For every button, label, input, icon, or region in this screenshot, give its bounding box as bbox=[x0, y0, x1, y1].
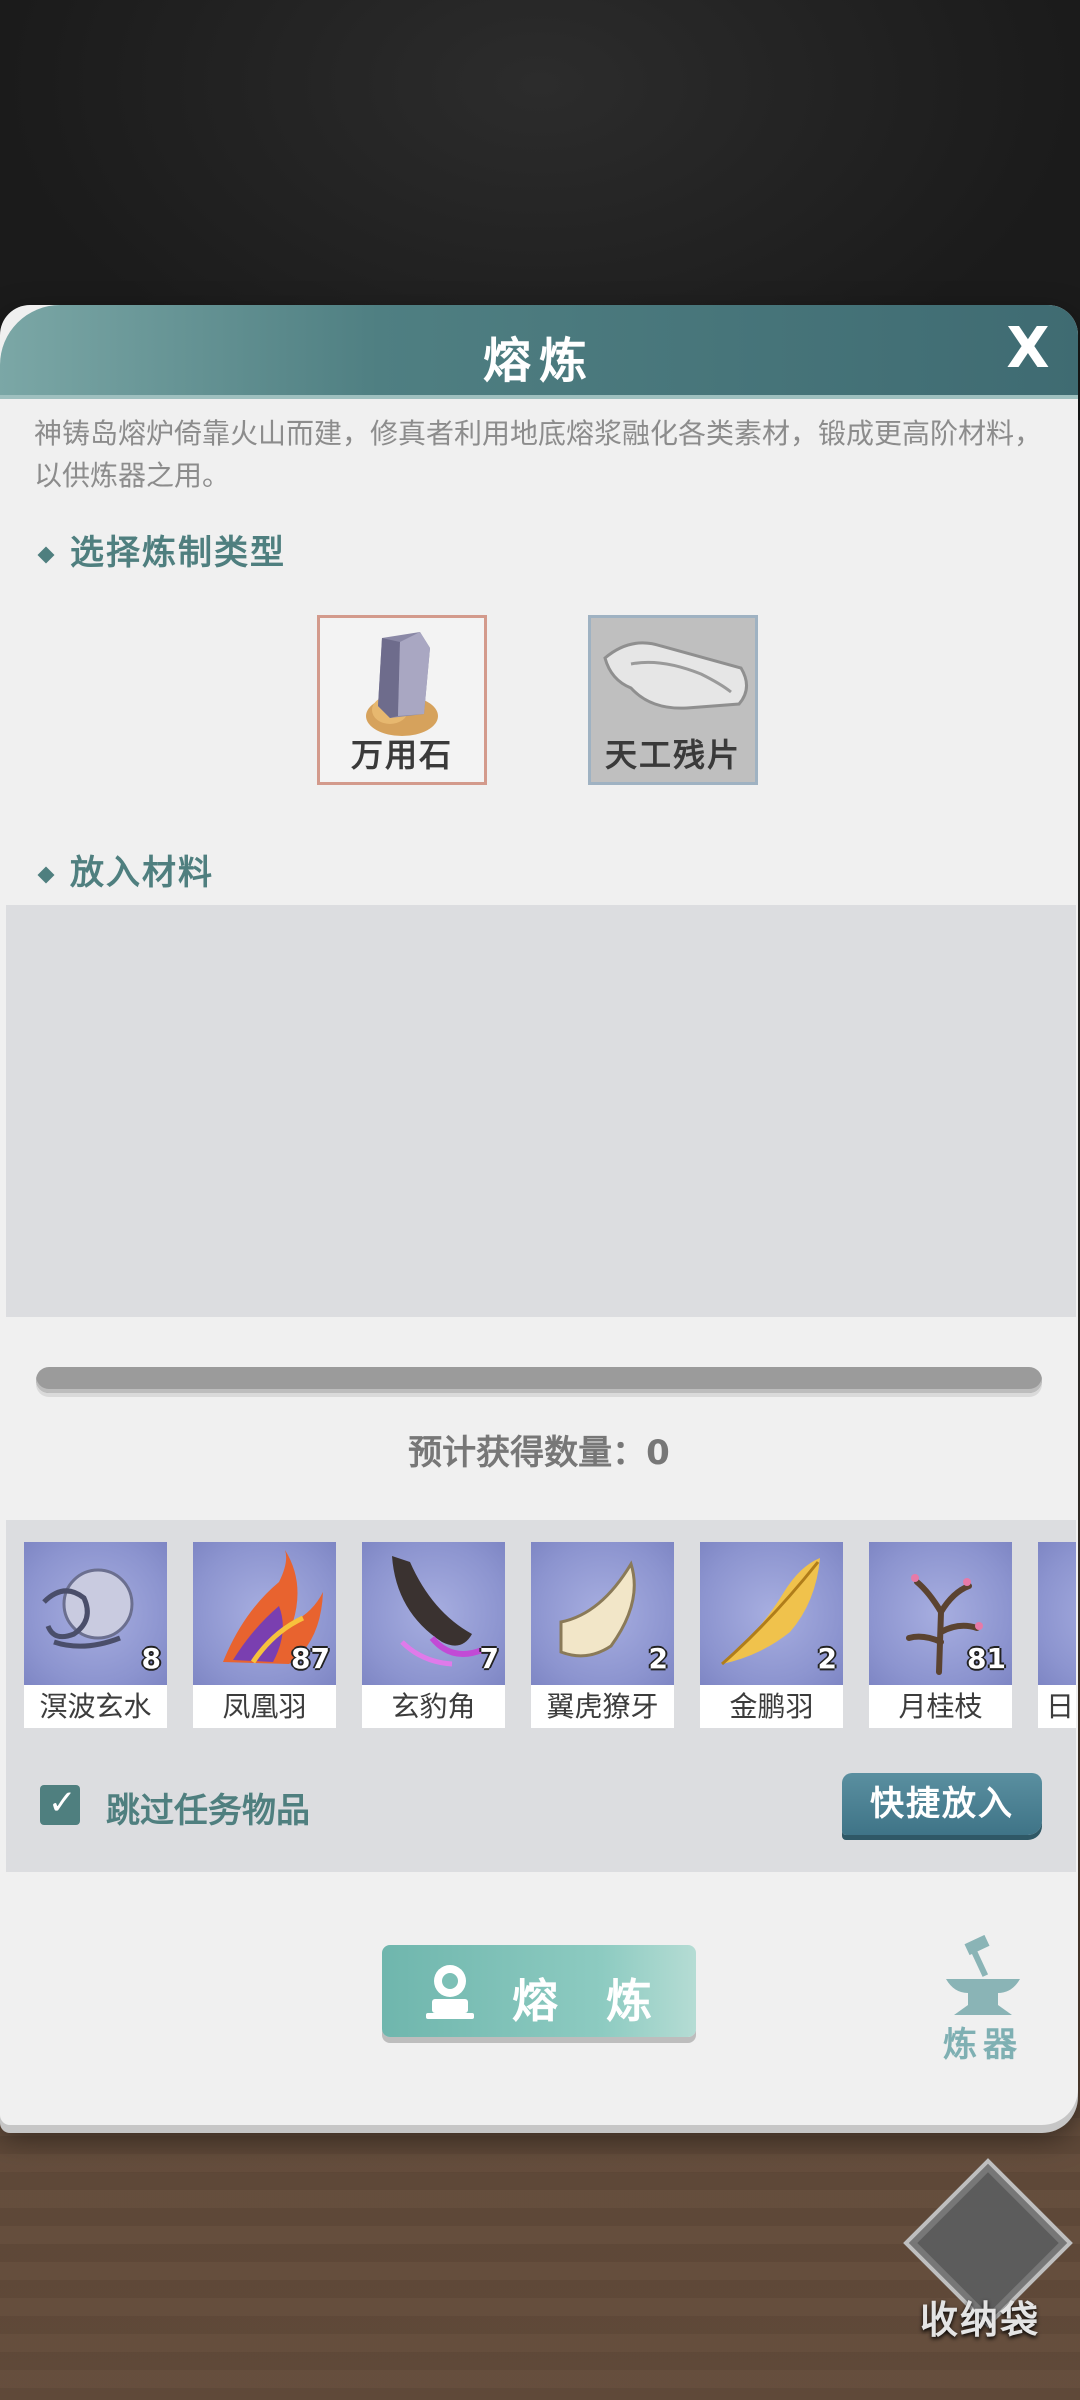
storage-bag-label: 收纳袋 bbox=[919, 2298, 1040, 2342]
crystal-stone-icon bbox=[366, 632, 438, 736]
type-option-label: 万用石 bbox=[350, 736, 453, 774]
inventory-strip[interactable]: 8 溟波玄水 87 凤凰羽 7 玄豹角 2 翼虎獠牙 2 金鹏羽 81 月桂枝 … bbox=[6, 1520, 1076, 1872]
title-bar: 熔炼 X bbox=[0, 305, 1078, 399]
storage-bag-button[interactable]: 收纳袋 bbox=[890, 2158, 1073, 2345]
section-heading-type: 选择炼制类型 bbox=[37, 525, 286, 574]
inventory-item[interactable]: 8 溟波玄水 bbox=[24, 1542, 167, 1728]
forge-link-label: 炼器 bbox=[943, 2025, 1023, 2065]
panel-title: 熔炼 bbox=[482, 333, 595, 389]
section-heading-type-label: 选择炼制类型 bbox=[70, 533, 286, 573]
item-name: 翼虎獠牙 bbox=[531, 1685, 674, 1728]
inventory-item[interactable]: 2 翼虎獠牙 bbox=[531, 1542, 674, 1728]
partial-item-icon bbox=[1038, 1542, 1076, 1685]
type-option-universal-stone[interactable]: 万用石 bbox=[317, 615, 487, 785]
smelt-button-label: 熔 炼 bbox=[512, 1974, 669, 2028]
section-heading-material: 放入材料 bbox=[37, 845, 214, 894]
fragment-icon bbox=[603, 641, 748, 710]
inventory-item[interactable]: 7 玄豹角 bbox=[362, 1542, 505, 1728]
material-drop-area[interactable] bbox=[6, 905, 1076, 1317]
anvil-hammer-icon bbox=[946, 1935, 1020, 2015]
furnace-icon bbox=[426, 1965, 474, 2019]
inventory-item[interactable]: 81 月桂枝 bbox=[869, 1542, 1012, 1728]
diamond-bullet-icon bbox=[37, 546, 55, 563]
smelt-button[interactable]: 熔 炼 bbox=[382, 1945, 696, 2037]
type-option-label: 天工残片 bbox=[604, 736, 741, 774]
expected-quantity: 预计获得数量：0 bbox=[408, 1433, 670, 1473]
item-count: 2 bbox=[648, 1642, 668, 1675]
item-name: 月桂枝 bbox=[869, 1685, 1012, 1728]
skip-quest-items-label: 跳过任务物品 bbox=[106, 1791, 310, 1831]
type-option-craft-fragment[interactable]: 天工残片 bbox=[588, 615, 758, 785]
item-name: 日 bbox=[1038, 1685, 1076, 1728]
item-count: 81 bbox=[967, 1642, 1006, 1675]
section-heading-material-label: 放入材料 bbox=[70, 853, 214, 893]
item-count: 7 bbox=[479, 1642, 499, 1675]
close-button[interactable]: X bbox=[998, 319, 1058, 379]
inventory-item[interactable]: 2 金鹏羽 bbox=[700, 1542, 843, 1728]
description-text: 神铸岛熔炉倚靠火山而建，修真者利用地底熔浆融化各类素材，锻成更高阶材料，以供炼器… bbox=[34, 417, 1043, 492]
skip-quest-items-checkbox[interactable]: ✓ bbox=[40, 1783, 80, 1825]
forge-link[interactable]: 炼器 bbox=[928, 1935, 1038, 2065]
diamond-bullet-icon bbox=[37, 866, 55, 883]
item-name: 金鹏羽 bbox=[700, 1685, 843, 1728]
item-count: 8 bbox=[141, 1642, 161, 1675]
item-count: 2 bbox=[817, 1642, 837, 1675]
item-name: 凤凰羽 bbox=[193, 1685, 336, 1728]
item-name: 玄豹角 bbox=[362, 1685, 505, 1728]
smelt-panel: 熔炼 X 神铸岛熔炉倚靠火山而建，修真者利用地底熔浆融化各类素材，锻成更高阶材料… bbox=[0, 305, 1078, 2125]
quick-insert-button[interactable]: 快捷放入 bbox=[842, 1773, 1042, 1835]
item-name: 溟波玄水 bbox=[24, 1685, 167, 1728]
progress-bar bbox=[36, 1367, 1042, 1393]
inventory-item[interactable]: 日 bbox=[1038, 1542, 1076, 1728]
item-count: 87 bbox=[291, 1642, 330, 1675]
checkmark-icon: ✓ bbox=[48, 1783, 77, 1823]
inventory-item[interactable]: 87 凤凰羽 bbox=[193, 1542, 336, 1728]
